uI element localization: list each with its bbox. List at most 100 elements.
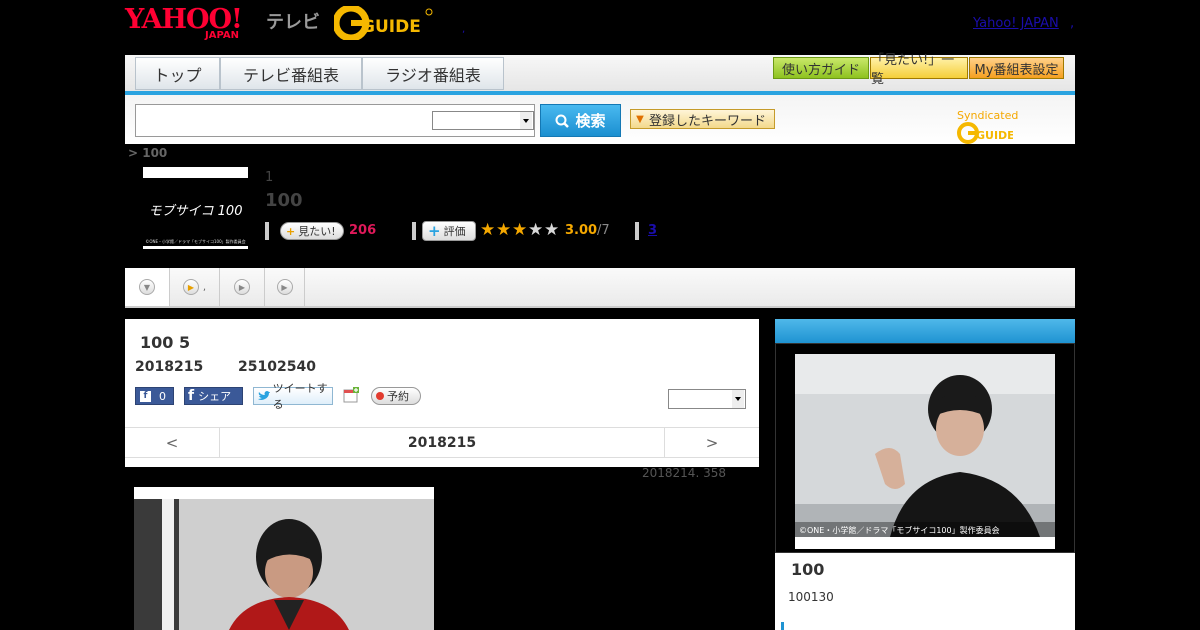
tweet-button[interactable]: ツイートする <box>253 382 333 411</box>
sidebar-header <box>775 319 1075 343</box>
breadcrumb[interactable]: > 100 <box>128 146 167 160</box>
star-empty-icon: ★ <box>544 220 560 240</box>
star-filled-icon: ★ <box>480 220 496 240</box>
reserve-recording-button[interactable]: 予約 <box>371 387 421 405</box>
facebook-like-button[interactable]: f 0 <box>135 387 174 405</box>
yahoo-japan-link[interactable]: Yahoo! JAPAN <box>973 16 1059 31</box>
play-icon: ▶ <box>234 279 250 295</box>
rate-label: 評価 <box>443 225 466 238</box>
tab-play-2[interactable]: ▶ <box>220 268 265 306</box>
star-filled-icon: ★ <box>496 220 512 240</box>
saved-keywords-label: 登録したキーワード <box>649 113 767 129</box>
star-empty-icon: ★ <box>528 220 544 240</box>
header-separator: , <box>462 24 466 35</box>
nav-tab-radio-guide[interactable]: ラジオ番組表 <box>362 57 504 90</box>
main-nav: トップ テレビ番組表 ラジオ番組表 使い方ガイド 「見たい!」一覧 My番組表設… <box>125 53 1075 95</box>
search-button[interactable]: 検索 <box>540 104 621 137</box>
calendar-add-icon[interactable] <box>343 387 359 403</box>
nav-tab-top[interactable]: トップ <box>135 57 220 90</box>
review-count-link[interactable]: 3 <box>648 223 657 238</box>
tab-episodes[interactable]: ▼ <box>125 268 170 306</box>
play-icon: ▶ <box>182 279 199 295</box>
nav-tab-tv-guide[interactable]: テレビ番組表 <box>220 57 362 90</box>
sidebar-photo-image: ©ONE・小学館／ドラマ「モブサイコ100」製作委員会 <box>795 354 1055 537</box>
sidebar-description: 100130 <box>788 590 834 604</box>
search-category-select[interactable] <box>432 111 534 130</box>
thumbnail-logo-text: モブサイコ 100 <box>148 204 243 219</box>
facebook-icon: f <box>188 388 195 404</box>
chevron-down-icon: ▼ <box>139 279 155 295</box>
saved-keywords-button[interactable]: ▼ 登録したキーワード <box>630 109 775 129</box>
search-icon <box>555 114 570 128</box>
gguide-small-icon: GUIDE <box>957 122 1015 144</box>
yahoo-logo-subtext: JAPAN <box>205 30 239 41</box>
facebook-icon: f <box>140 390 151 402</box>
reserve-label: 予約 <box>387 390 409 403</box>
plus-icon: + <box>286 224 296 238</box>
program-thumbnail[interactable]: モブサイコ 100 ©ONE・小学館／ドラマ「モブサイコ100」製作委員会 <box>143 167 248 249</box>
facebook-share-button[interactable]: f シェア <box>184 387 243 405</box>
header-separator-right: , <box>1070 16 1075 31</box>
episode-photo <box>134 487 434 630</box>
current-date: 2018215 <box>407 434 477 451</box>
record-icon <box>376 392 384 400</box>
episode-card: 100 5 2018215 25102540 f 0 f シェア ツイートする … <box>125 319 759 467</box>
usage-guide-button[interactable]: 使い方ガイド <box>773 57 869 79</box>
episode-heading: 100 5 <box>140 333 191 352</box>
want-list-button[interactable]: 「見たい!」一覧 <box>870 53 968 87</box>
search-button-label: 検索 <box>575 112 606 130</box>
previous-date-button[interactable]: < <box>125 428 220 457</box>
thumbnail-image: モブサイコ 100 ©ONE・小学館／ドラマ「モブサイコ100」製作委員会 <box>143 178 248 246</box>
divider <box>265 222 269 240</box>
episode-number: 1 <box>265 170 274 185</box>
rate-button[interactable]: + 評価 <box>422 221 476 241</box>
sidebar-accent-bar <box>781 622 784 630</box>
episode-select[interactable] <box>668 389 746 409</box>
broadcast-time: 25102540 <box>238 359 316 375</box>
triangle-down-icon: ▼ <box>636 113 644 125</box>
yahoo-japan-logo[interactable]: YAHOO! JAPAN <box>125 6 263 42</box>
want-to-watch-button[interactable]: + 見たい! <box>280 222 344 240</box>
sidebar-title: 100 <box>791 560 825 579</box>
divider <box>412 222 416 240</box>
facebook-share-label: シェア <box>198 390 232 403</box>
tv-label[interactable]: テレビ <box>266 8 320 34</box>
chevron-down-icon <box>520 112 532 129</box>
twitter-bird-icon <box>258 390 270 400</box>
sidebar-info: 100 100130 <box>775 553 1075 630</box>
tab-play-3[interactable]: ▶ <box>265 268 305 306</box>
yahoo-logo-text: YAHOO! <box>125 4 243 35</box>
date-navigation: < 2018215 > <box>125 427 759 458</box>
thumbnail-credit: ©ONE・小学館／ドラマ「モブサイコ100」製作委員会 <box>143 238 248 246</box>
episode-tabs: ▼ ▶ , ▶ ▶ <box>125 268 1075 308</box>
want-count: 206 <box>349 223 377 238</box>
rating-value: 3.00 <box>565 223 598 238</box>
tab-label: , <box>202 281 207 293</box>
svg-text:GUIDE: GUIDE <box>976 129 1013 142</box>
my-guide-settings-button[interactable]: My番組表設定 <box>969 57 1064 79</box>
page: YAHOO! JAPAN テレビ GUIDE , Yahoo! JAPAN , … <box>0 0 1200 630</box>
star-filled-icon: ★ <box>512 220 528 240</box>
tab-play-1[interactable]: ▶ , <box>170 268 220 306</box>
svg-text:GUIDE: GUIDE <box>361 17 421 37</box>
sidebar-photo: ©ONE・小学館／ドラマ「モブサイコ100」製作委員会 <box>795 354 1055 549</box>
tweet-label: ツイートする <box>272 382 328 411</box>
program-title: 100 <box>265 190 303 211</box>
broadcast-date: 2018215 <box>135 359 204 375</box>
update-note: 2018214. 358 <box>642 466 726 480</box>
gguide-logo[interactable]: GUIDE <box>332 4 434 42</box>
divider <box>635 222 639 240</box>
episode-photo-image <box>134 499 434 630</box>
rating-count: /7 <box>597 223 610 238</box>
chevron-down-icon <box>732 390 744 408</box>
want-to-watch-label: 見たい! <box>298 225 336 238</box>
svg-text:©ONE・小学館／ドラマ「モブサイコ100」製作委員会: ©ONE・小学館／ドラマ「モブサイコ100」製作委員会 <box>799 525 1000 535</box>
plus-icon: + <box>428 222 441 240</box>
play-icon: ▶ <box>276 279 293 295</box>
search-bar: 検索 ▼ 登録したキーワード Syndicated GUIDE <box>125 95 1075 144</box>
next-date-button[interactable]: > <box>664 428 759 457</box>
gguide-logo-icon: GUIDE <box>332 4 433 42</box>
syndicated-label: Syndicated <box>957 109 1019 122</box>
facebook-like-count: 0 <box>159 389 166 403</box>
syndicated-gguide-logo: Syndicated GUIDE <box>957 109 1075 144</box>
